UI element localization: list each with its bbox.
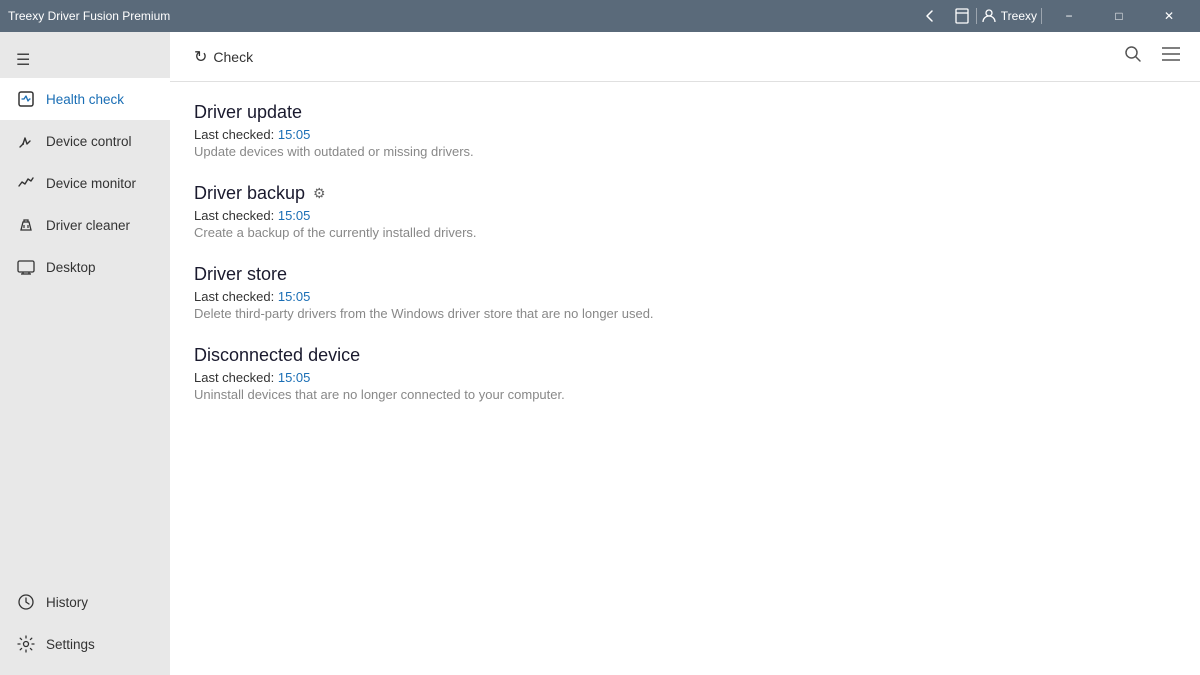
hamburger-menu[interactable]: ☰ xyxy=(0,42,170,78)
health-icon xyxy=(16,89,36,109)
section-title-text: Driver update xyxy=(194,102,302,123)
sidebar-item-settings[interactable]: Settings xyxy=(0,623,170,665)
sidebar-item-driver-cleaner[interactable]: Driver cleaner xyxy=(0,204,170,246)
app-title: Treexy Driver Fusion Premium xyxy=(8,9,170,23)
section-meta-driver-update: Last checked: 15:05 xyxy=(194,127,1176,142)
device-control-icon xyxy=(16,131,36,151)
sidebar-item-device-monitor[interactable]: Device monitor xyxy=(0,162,170,204)
section-desc-disconnected-device: Uninstall devices that are no longer con… xyxy=(194,387,1176,402)
titlebar-user[interactable]: Treexy xyxy=(981,8,1037,24)
section-driver-update: Driver update Last checked: 15:05 Update… xyxy=(194,102,1176,159)
last-checked-time: 15:05 xyxy=(278,370,311,385)
titlebar-icon-group xyxy=(920,6,972,26)
username: Treexy xyxy=(1001,9,1037,23)
sidebar-item-label: Device control xyxy=(46,134,132,149)
sidebar-item-history[interactable]: History xyxy=(0,581,170,623)
back-icon[interactable] xyxy=(920,6,940,26)
titlebar-separator2 xyxy=(1041,8,1042,24)
sidebar-item-label: Health check xyxy=(46,92,124,107)
bookmark-icon[interactable] xyxy=(952,6,972,26)
sidebar-item-label: Device monitor xyxy=(46,176,136,191)
sidebar-item-health-check[interactable]: Health check xyxy=(0,78,170,120)
section-meta-disconnected-device: Last checked: 15:05 xyxy=(194,370,1176,385)
content-area: ↻ Check xyxy=(170,32,1200,675)
menu-button[interactable] xyxy=(1158,43,1184,70)
app-body: ☰ Health check Device control Device mon… xyxy=(0,32,1200,675)
section-title-text: Disconnected device xyxy=(194,345,360,366)
section-driver-store: Driver store Last checked: 15:05 Delete … xyxy=(194,264,1176,321)
titlebar: Treexy Driver Fusion Premium Treexy xyxy=(0,0,1200,32)
last-checked-label: Last checked: xyxy=(194,208,274,223)
titlebar-separator xyxy=(976,8,977,24)
sidebar-item-label: Driver cleaner xyxy=(46,218,130,233)
sidebar-item-label: Settings xyxy=(46,637,95,652)
sections-container: Driver update Last checked: 15:05 Update… xyxy=(194,102,1176,402)
section-driver-backup: Driver backup ⚙ Last checked: 15:05 Crea… xyxy=(194,183,1176,240)
check-label: Check xyxy=(213,49,253,65)
nav-bottom-items: History Settings xyxy=(0,581,170,665)
toolbar-left: ↻ Check xyxy=(186,41,261,73)
toolbar: ↻ Check xyxy=(170,32,1200,82)
content-scroll: Driver update Last checked: 15:05 Update… xyxy=(170,82,1200,675)
last-checked-label: Last checked: xyxy=(194,370,274,385)
desktop-icon xyxy=(16,257,36,277)
last-checked-time: 15:05 xyxy=(278,127,311,142)
titlebar-controls: Treexy − □ ✕ xyxy=(920,0,1192,32)
driver-cleaner-icon xyxy=(16,215,36,235)
last-checked-time: 15:05 xyxy=(278,289,311,304)
device-monitor-icon xyxy=(16,173,36,193)
section-title-text: Driver store xyxy=(194,264,287,285)
sidebar: ☰ Health check Device control Device mon… xyxy=(0,32,170,675)
section-title-driver-update: Driver update xyxy=(194,102,1176,123)
last-checked-label: Last checked: xyxy=(194,127,274,142)
section-meta-driver-backup: Last checked: 15:05 xyxy=(194,208,1176,223)
sidebar-bottom: History Settings xyxy=(0,581,170,675)
sidebar-top: ☰ Health check Device control Device mon… xyxy=(0,32,170,298)
titlebar-left: Treexy Driver Fusion Premium xyxy=(8,9,170,23)
check-button[interactable]: ↻ Check xyxy=(186,41,261,73)
section-desc-driver-store: Delete third-party drivers from the Wind… xyxy=(194,306,1176,321)
sidebar-item-device-control[interactable]: Device control xyxy=(0,120,170,162)
sidebar-item-desktop[interactable]: Desktop xyxy=(0,246,170,288)
section-desc-driver-backup: Create a backup of the currently install… xyxy=(194,225,1176,240)
toolbar-right xyxy=(1120,41,1184,72)
minimize-button[interactable]: − xyxy=(1046,0,1092,32)
section-title-disconnected-device: Disconnected device xyxy=(194,345,1176,366)
last-checked-time: 15:05 xyxy=(278,208,311,223)
section-desc-driver-update: Update devices with outdated or missing … xyxy=(194,144,1176,159)
section-title-text: Driver backup xyxy=(194,183,305,204)
close-button[interactable]: ✕ xyxy=(1146,0,1192,32)
maximize-button[interactable]: □ xyxy=(1096,0,1142,32)
section-disconnected-device: Disconnected device Last checked: 15:05 … xyxy=(194,345,1176,402)
search-button[interactable] xyxy=(1120,41,1146,72)
gear-icon-driver-backup[interactable]: ⚙ xyxy=(313,185,326,202)
nav-items: Health check Device control Device monit… xyxy=(0,78,170,288)
history-icon xyxy=(16,592,36,612)
sidebar-item-label: History xyxy=(46,595,88,610)
settings-icon xyxy=(16,634,36,654)
section-title-driver-backup: Driver backup ⚙ xyxy=(194,183,1176,204)
section-title-driver-store: Driver store xyxy=(194,264,1176,285)
sidebar-item-label: Desktop xyxy=(46,260,96,275)
last-checked-label: Last checked: xyxy=(194,289,274,304)
section-meta-driver-store: Last checked: 15:05 xyxy=(194,289,1176,304)
check-refresh-icon: ↻ xyxy=(194,47,207,67)
